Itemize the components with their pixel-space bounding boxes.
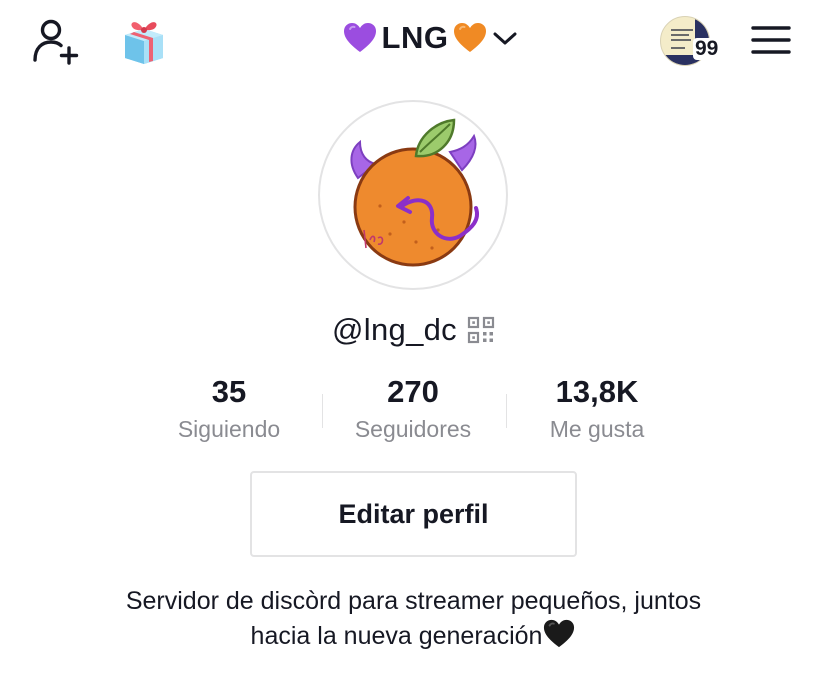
likes-count: 13,8K: [555, 374, 639, 409]
bio-line-2: hacia la nueva generación: [250, 622, 543, 650]
orange-heart-icon: [454, 23, 487, 52]
following-stat[interactable]: 35 Siguiendo: [139, 372, 319, 446]
profile-bio: Servidor de discòrd para streamer pequeñ…: [40, 584, 787, 653]
bio-line-1: Servidor de discòrd para streamer pequeñ…: [125, 587, 702, 615]
likes-stat[interactable]: 13,8K Me gusta: [507, 372, 687, 446]
edit-profile-button[interactable]: Editar perfil: [250, 471, 577, 557]
black-heart-icon: [544, 619, 575, 648]
gift-button[interactable]: [118, 12, 170, 66]
purple-heart-icon: [343, 23, 376, 52]
bio-line-2-wrap: hacia la nueva generación: [40, 618, 787, 653]
followers-label: Seguidores: [354, 416, 472, 442]
menu-button[interactable]: [748, 22, 794, 58]
account-title: LNG: [381, 20, 449, 55]
chevron-down-icon: [493, 32, 517, 45]
story-count-badge: 99: [693, 37, 721, 60]
orange-devil-avatar-icon: [350, 118, 479, 267]
qr-code-icon[interactable]: [467, 316, 495, 344]
username-row: @lng_dc: [280, 308, 547, 352]
followers-count: 270: [387, 374, 439, 409]
following-count: 35: [211, 374, 247, 409]
add-friend-button[interactable]: [28, 14, 84, 68]
account-switcher[interactable]: LNG: [320, 12, 540, 64]
story-notifications-button[interactable]: 99: [656, 14, 726, 68]
likes-label: Me gusta: [549, 416, 645, 442]
add-user-icon: [33, 19, 79, 65]
followers-stat[interactable]: 270 Seguidores: [323, 372, 503, 446]
profile-avatar[interactable]: [318, 100, 508, 290]
username: @lng_dc: [332, 312, 457, 347]
gift-icon: [125, 22, 163, 64]
following-label: Siguiendo: [177, 416, 281, 442]
hamburger-menu-icon: [751, 26, 791, 54]
